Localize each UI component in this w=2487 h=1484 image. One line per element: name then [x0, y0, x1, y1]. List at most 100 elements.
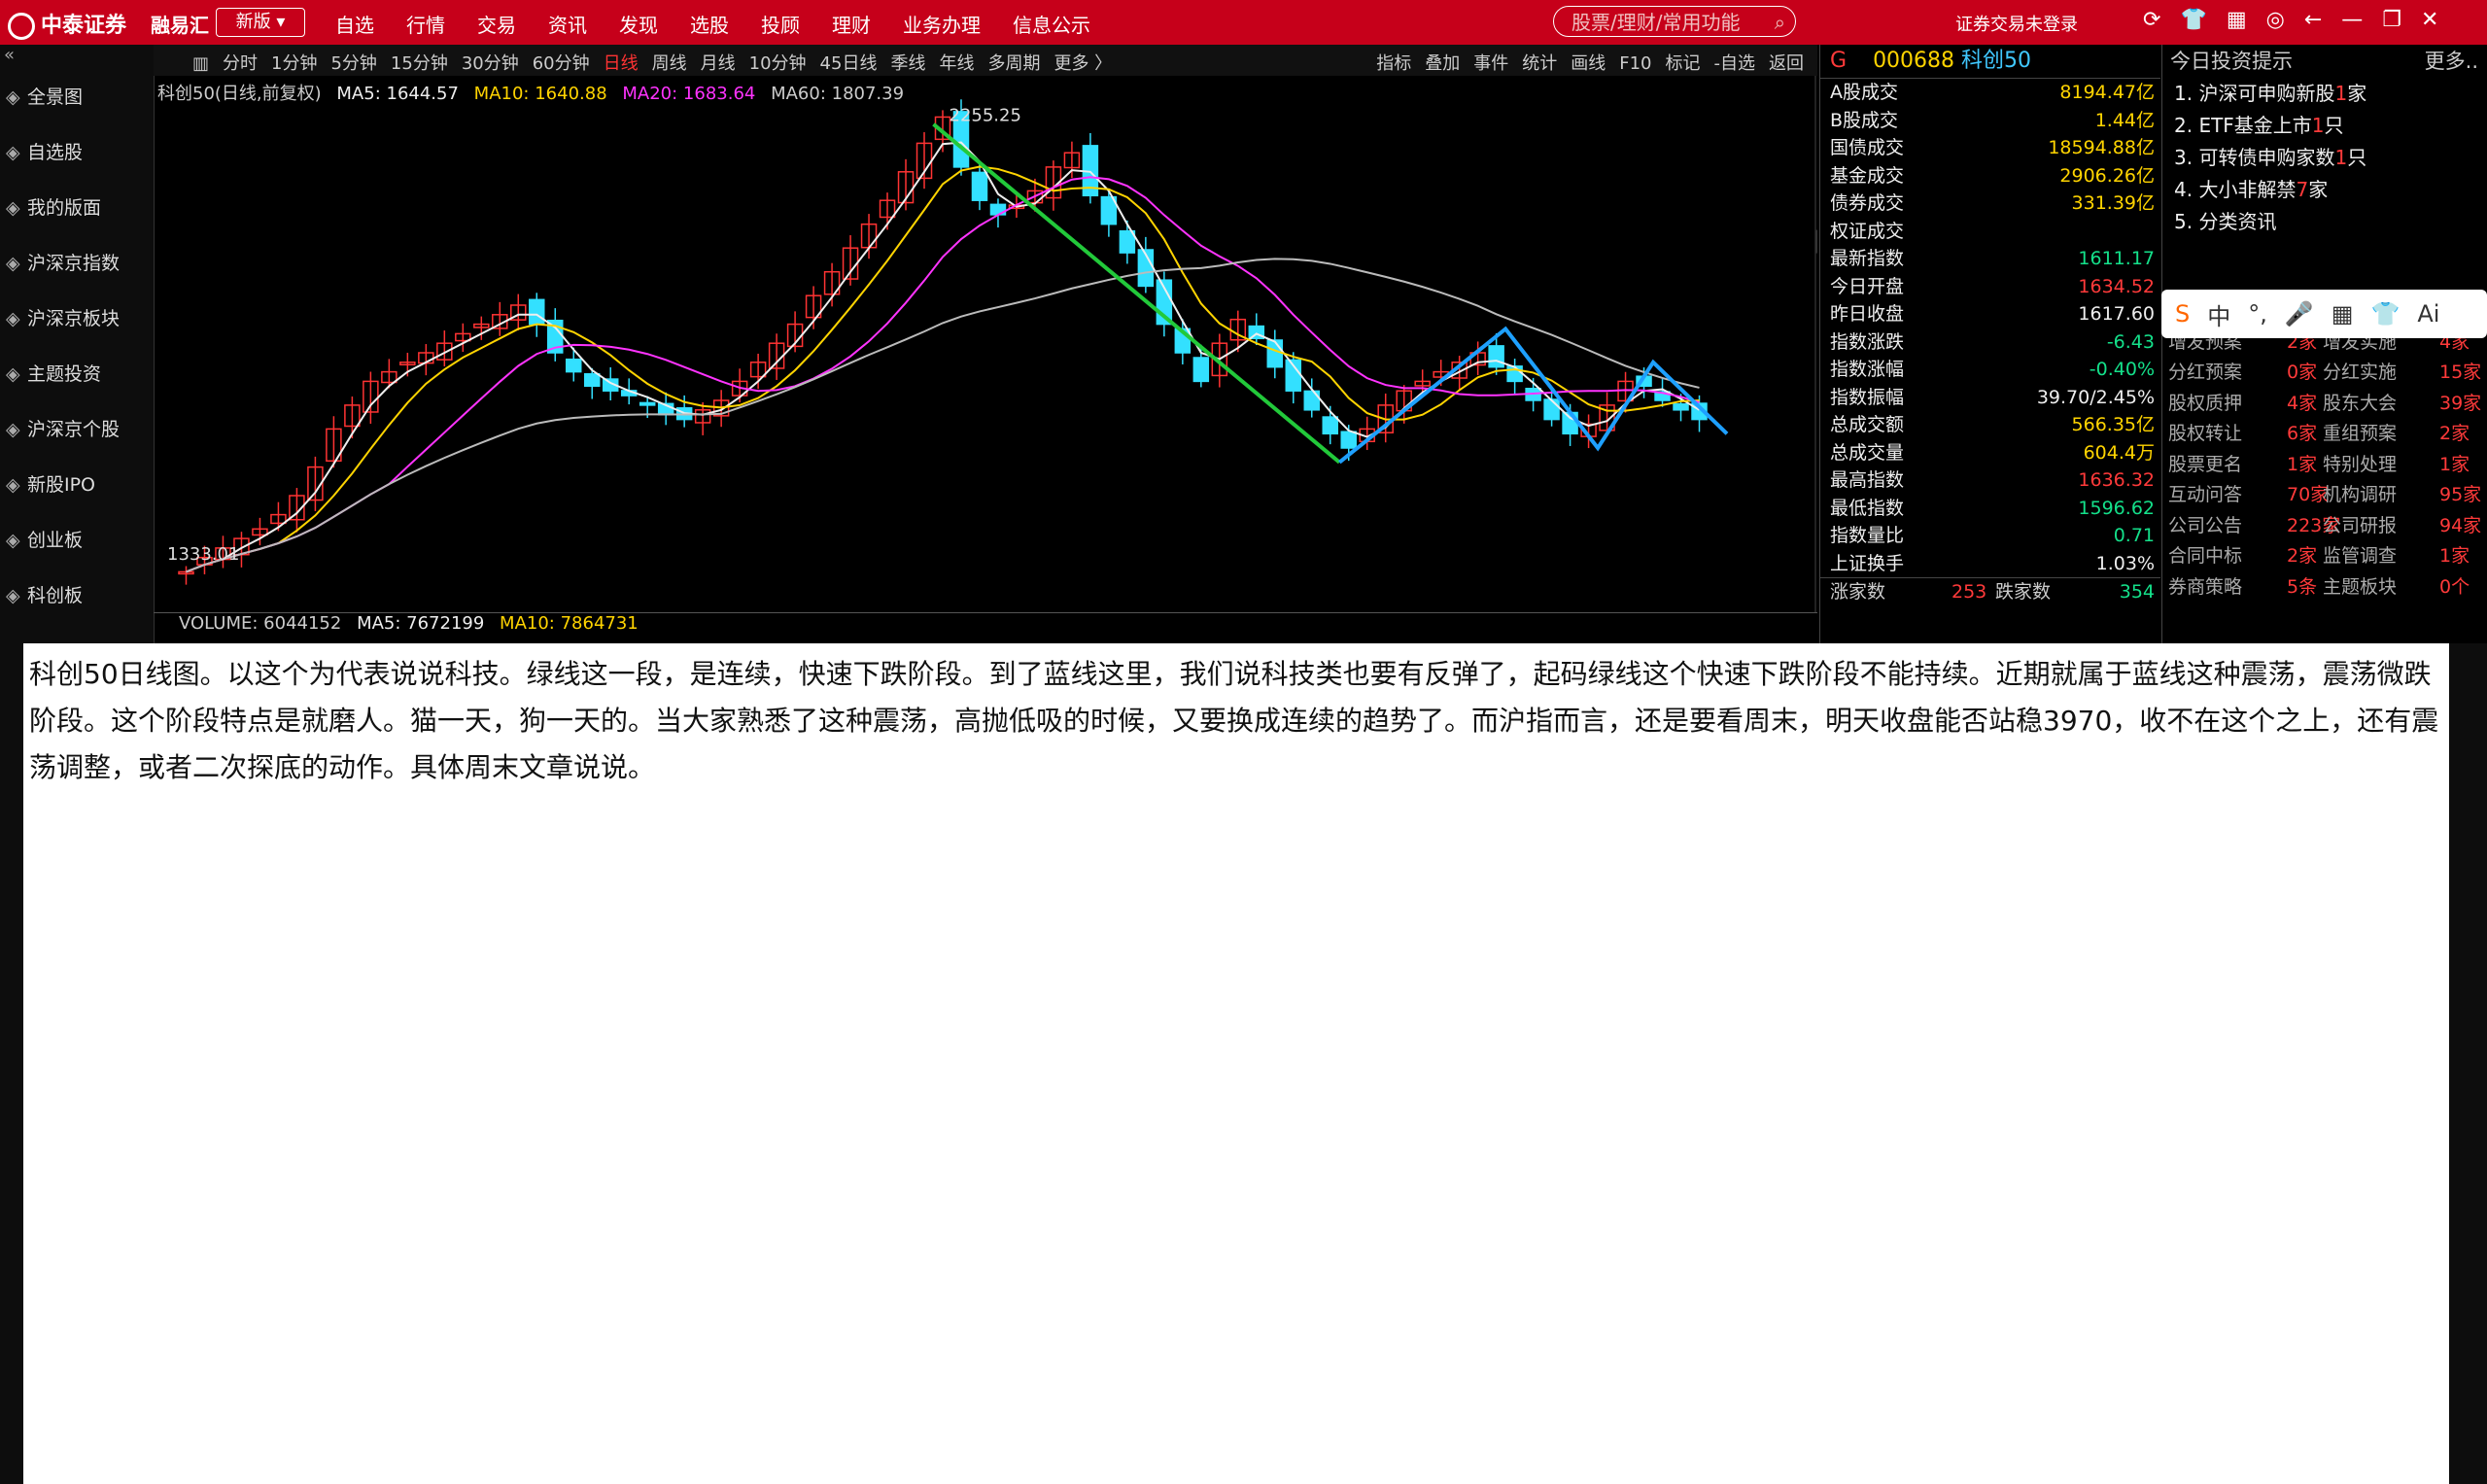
- minimize-icon[interactable]: —: [2341, 8, 2363, 32]
- tool-4[interactable]: 画线: [1571, 53, 1606, 74]
- period-tab-13[interactable]: 多周期: [987, 53, 1040, 74]
- search-icon[interactable]: ⌕: [1775, 7, 1785, 38]
- period-tab-6[interactable]: 日线: [604, 53, 639, 74]
- stat-label: 监管调查: [2323, 545, 2398, 567]
- period-tab-10[interactable]: 45日线: [820, 53, 878, 74]
- stat-row[interactable]: 券商策略 5条 主题板块 0个: [2162, 572, 2487, 604]
- tip-item[interactable]: 4. 大小非解禁7家: [2162, 174, 2487, 206]
- stat-row[interactable]: 股权质押 4家 股东大会 39家: [2162, 389, 2487, 420]
- stat-row[interactable]: 分红预案 0家 分红实施 15家: [2162, 358, 2487, 389]
- stat-row[interactable]: 股票更名 1家 特别处理 1家: [2162, 450, 2487, 481]
- tip-unit: 家: [2308, 178, 2329, 201]
- search-input[interactable]: 股票/理财/常用功能 ⌕: [1553, 6, 1796, 37]
- collapse-toggle[interactable]: «: [0, 45, 154, 70]
- shirt-icon[interactable]: 👕: [2180, 8, 2206, 32]
- nav-item-8[interactable]: ◈ 创业板: [0, 513, 154, 569]
- ime-toolbar[interactable]: S 中 °, 🎤 ▦ 👕 Ai: [2161, 290, 2487, 338]
- nav-item-label: 科创板: [27, 585, 84, 606]
- info-value: -0.40%: [2089, 359, 2155, 380]
- ime-icon-3[interactable]: 🎤: [2285, 300, 2314, 328]
- period-tab-1[interactable]: 1分钟: [271, 53, 317, 74]
- nav-item-1[interactable]: ◈ 自选股: [0, 125, 154, 181]
- ime-icon-5[interactable]: 👕: [2370, 300, 2400, 328]
- info-label: 最高指数: [1830, 469, 1905, 491]
- tip-item[interactable]: 5. 分类资讯: [2162, 206, 2487, 238]
- stat-value: 1家: [2439, 453, 2470, 475]
- tip-item[interactable]: 3. 可转债申购家数1只: [2162, 142, 2487, 174]
- back-icon[interactable]: ←: [2304, 8, 2322, 32]
- candle-body: [1506, 365, 1523, 383]
- tip-item[interactable]: 2. ETF基金上市1只: [2162, 110, 2487, 142]
- info-value: 39.70/2.45%: [2036, 386, 2155, 408]
- info-row: B股成交 1.44亿: [1820, 107, 2160, 135]
- tip-item[interactable]: 1. 沪深可申购新股1家: [2162, 78, 2487, 110]
- stat-row[interactable]: 股权转让 6家 重组预案 2家: [2162, 419, 2487, 450]
- menu-item-3[interactable]: 资讯: [548, 10, 587, 38]
- refresh-icon[interactable]: ⟳: [2143, 8, 2160, 32]
- tool-7[interactable]: -自选: [1714, 53, 1756, 74]
- period-tab-9[interactable]: 10分钟: [749, 53, 807, 74]
- ime-icon-0[interactable]: S: [2175, 300, 2190, 328]
- tool-8[interactable]: 返回: [1769, 53, 1804, 74]
- nav-item-4[interactable]: ◈ 沪深京板块: [0, 292, 154, 347]
- stat-label: 主题板块: [2323, 575, 2398, 598]
- left-nav: « ◈ 全景图 ◈ 自选股 ◈ 我的版面 ◈ 沪深京指数 ◈ 沪深京板块 ◈ 主题投资 ◈ 沪深京个股 ◈ 新股…: [0, 45, 155, 647]
- menu-item-2[interactable]: 交易: [477, 10, 516, 38]
- tool-0[interactable]: 指标: [1376, 53, 1411, 74]
- stat-row[interactable]: 公司公告 223家 公司研报 94家: [2162, 511, 2487, 542]
- tool-3[interactable]: 统计: [1522, 53, 1557, 74]
- info-value: 1596.62: [2078, 497, 2155, 519]
- tip-text: 1. 沪深可申购新股: [2174, 82, 2335, 105]
- nav-item-9[interactable]: ◈ 科创板: [0, 569, 154, 624]
- menu-item-4[interactable]: 发现: [619, 10, 658, 38]
- info-label: 指数振幅: [1830, 386, 1905, 408]
- stat-label: 股权质押: [2168, 392, 2243, 414]
- ime-icon-6[interactable]: Ai: [2417, 300, 2439, 328]
- menu-item-8[interactable]: 业务办理: [903, 10, 981, 38]
- login-status[interactable]: 证券交易未登录: [1955, 11, 2078, 36]
- stat-row[interactable]: 互动问答 70家 机构调研 95家: [2162, 480, 2487, 511]
- ime-icon-1[interactable]: 中: [2207, 297, 2230, 331]
- menu-item-6[interactable]: 投顾: [761, 10, 800, 38]
- nav-item-7[interactable]: ◈ 新股IPO: [0, 458, 154, 513]
- tool-5[interactable]: F10: [1619, 53, 1651, 74]
- period-tab-7[interactable]: 周线: [652, 53, 687, 74]
- nav-item-0[interactable]: ◈ 全景图: [0, 70, 154, 125]
- info-row: 指数涨幅 -0.40%: [1820, 356, 2160, 384]
- menu-item-0[interactable]: 自选: [335, 10, 374, 38]
- kline-chart[interactable]: 2200210020001900180017001600150014001300…: [154, 76, 1893, 639]
- period-tab-14[interactable]: 更多 〉: [1054, 53, 1112, 74]
- tool-1[interactable]: 叠加: [1425, 53, 1460, 74]
- period-tab-0[interactable]: 分时: [223, 53, 258, 74]
- version-dropdown[interactable]: 新版 ▾: [216, 8, 305, 37]
- close-icon[interactable]: ✕: [2421, 8, 2438, 32]
- tool-6[interactable]: 标记: [1666, 53, 1701, 74]
- layout-icon[interactable]: ▥: [192, 53, 209, 74]
- more-link[interactable]: 更多..: [2425, 45, 2478, 78]
- stat-row[interactable]: 合同中标 2家 监管调查 1家: [2162, 541, 2487, 572]
- grid-icon[interactable]: ▦: [2227, 8, 2247, 32]
- nav-item-2[interactable]: ◈ 我的版面: [0, 181, 154, 236]
- ime-icon-4[interactable]: ▦: [2332, 300, 2354, 328]
- period-tab-4[interactable]: 30分钟: [462, 53, 519, 74]
- period-tab-5[interactable]: 60分钟: [533, 53, 590, 74]
- menu-item-9[interactable]: 信息公示: [1013, 10, 1090, 38]
- info-row: 权证成交: [1820, 218, 2160, 246]
- period-tab-8[interactable]: 月线: [701, 53, 736, 74]
- period-tab-11[interactable]: 季线: [890, 53, 925, 74]
- menu-item-1[interactable]: 行情: [406, 10, 445, 38]
- restore-icon[interactable]: ❐: [2382, 8, 2401, 32]
- period-tab-3[interactable]: 15分钟: [391, 53, 448, 74]
- ime-icon-2[interactable]: °,: [2248, 300, 2267, 328]
- period-tab-12[interactable]: 年线: [939, 53, 974, 74]
- candle-body: [971, 171, 988, 201]
- tool-2[interactable]: 事件: [1473, 53, 1508, 74]
- tip-text: 4. 大小非解禁: [2174, 178, 2297, 201]
- menu-item-5[interactable]: 选股: [690, 10, 729, 38]
- nav-item-5[interactable]: ◈ 主题投资: [0, 347, 154, 402]
- settings-icon[interactable]: ◎: [2266, 8, 2285, 32]
- nav-item-3[interactable]: ◈ 沪深京指数: [0, 236, 154, 292]
- nav-item-6[interactable]: ◈ 沪深京个股: [0, 402, 154, 458]
- period-tab-2[interactable]: 5分钟: [330, 53, 376, 74]
- menu-item-7[interactable]: 理财: [832, 10, 871, 38]
